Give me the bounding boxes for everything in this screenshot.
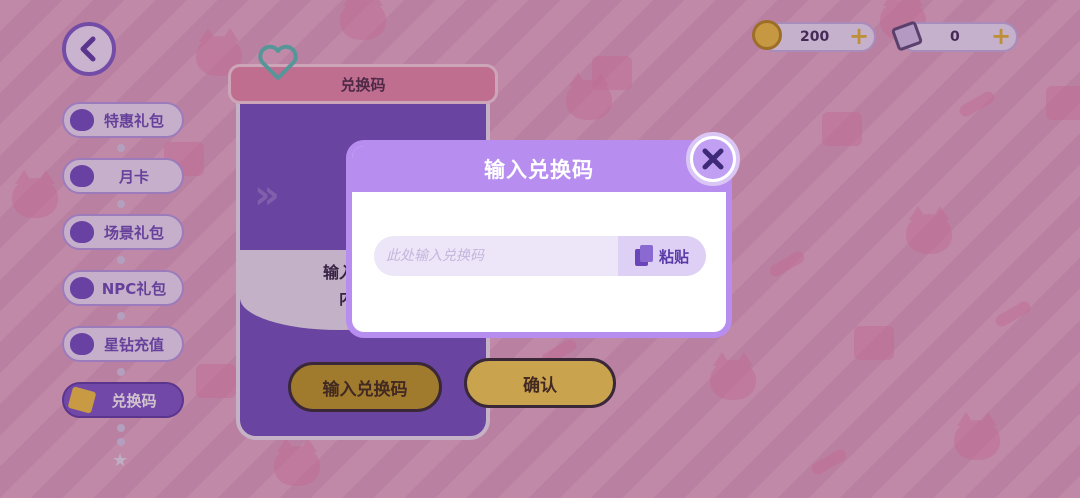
close-dialog-button[interactable] [686,132,740,186]
close-button-inner [693,139,733,179]
dialog-title: 输入兑换码 [484,158,594,182]
dialog-title-bar: 输入兑换码 [352,146,726,192]
clipboard-icon [634,245,653,267]
redeem-code-input[interactable] [374,236,618,276]
paste-button[interactable]: 粘贴 [618,236,706,276]
paste-label: 粘贴 [658,247,689,266]
close-icon [702,148,724,170]
